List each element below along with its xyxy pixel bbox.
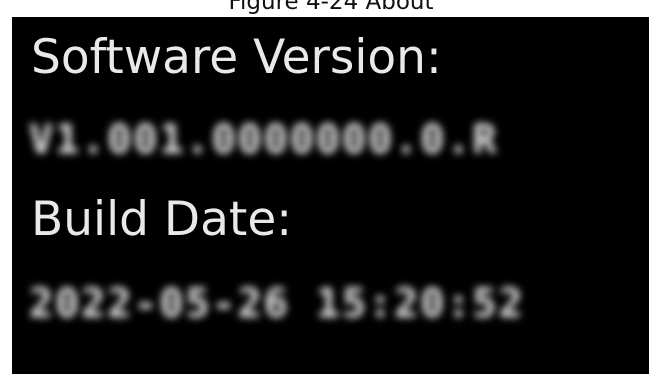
about-figure: Figure 4-24 About Software Version: V1.0… (0, 0, 662, 374)
build-date-value: 2022-05-26 15:20:52 (29, 281, 525, 327)
about-screen: Software Version: V1.001.0000000.0.R Bui… (12, 17, 649, 374)
figure-caption: Figure 4-24 About (228, 0, 434, 15)
software-version-value: V1.001.0000000.0.R (29, 117, 499, 163)
software-version-label: Software Version: (31, 30, 442, 85)
build-date-label: Build Date: (31, 192, 293, 247)
